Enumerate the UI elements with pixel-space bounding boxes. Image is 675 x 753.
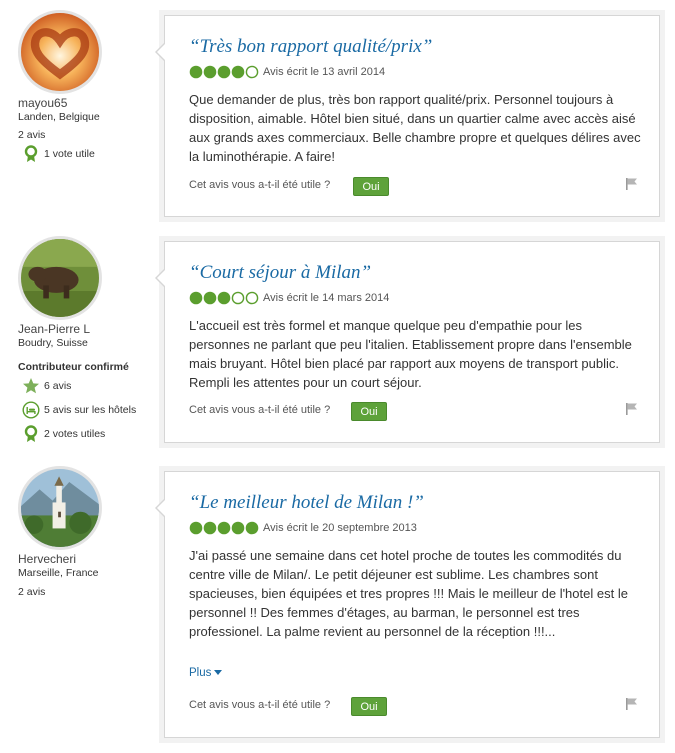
- rating-bubble-filled: [189, 521, 203, 535]
- review-title[interactable]: “Court séjour à Milan”: [189, 262, 371, 284]
- rating-bubble-filled: [189, 65, 203, 79]
- hotel-review-count: 5 avis sur les hôtels: [18, 401, 136, 419]
- helpful-question: Cet avis vous a-t-il été utile ?: [189, 179, 331, 191]
- helpful-question: Cet avis vous a-t-il été utile ?: [189, 404, 331, 416]
- rating-bubble-filled: [217, 291, 231, 305]
- review-count: 2 avis: [18, 129, 46, 141]
- helpful-votes: 2 votes utiles: [18, 425, 105, 443]
- review-card: “Le meilleur hotel de Milan !” Avis écri…: [155, 471, 660, 738]
- rating-bubble-filled: [203, 521, 217, 535]
- rating-bubble-filled: [203, 291, 217, 305]
- review-title[interactable]: “Très bon rapport qualité/prix”: [189, 36, 432, 58]
- helpful-question: Cet avis vous a-t-il été utile ?: [189, 699, 331, 711]
- rating-row: Avis écrit le 20 septembre 2013: [189, 521, 417, 535]
- username[interactable]: Jean-Pierre L: [18, 322, 90, 336]
- review-body: L'accueil est très formel et manque quel…: [189, 318, 632, 390]
- ribbon-icon: [22, 425, 40, 443]
- helpful-yes-button[interactable]: Oui: [351, 697, 387, 716]
- helpful-votes: 1 vote utile: [18, 145, 95, 163]
- user-location: Landen, Belgique: [18, 111, 100, 123]
- caret-down-icon: [214, 670, 223, 676]
- rating-bubble-filled: [231, 65, 245, 79]
- rating-bubble-filled: [245, 521, 259, 535]
- user-avatar[interactable]: [18, 236, 102, 320]
- rating-bubbles: [189, 65, 259, 79]
- rating-bubble-empty: [245, 65, 259, 79]
- user-avatar[interactable]: [18, 466, 102, 550]
- review-date: Avis écrit le 14 mars 2014: [263, 292, 390, 304]
- flag-icon[interactable]: [625, 697, 639, 711]
- helpful-yes-button[interactable]: Oui: [351, 402, 387, 421]
- review-body: Que demander de plus, très bon rapport q…: [189, 92, 641, 164]
- ribbon-icon: [22, 145, 40, 163]
- rating-bubble-filled: [231, 521, 245, 535]
- user-location: Boudry, Suisse: [18, 337, 88, 349]
- rating-bubbles: [189, 291, 259, 305]
- review-body: J'ai passé une semaine dans cet hotel pr…: [189, 548, 628, 639]
- rating-bubble-filled: [217, 521, 231, 535]
- user-avatar[interactable]: [18, 10, 102, 94]
- flag-icon[interactable]: [625, 177, 639, 191]
- username[interactable]: Hervecheri: [18, 552, 76, 566]
- read-more-link[interactable]: Plus: [189, 667, 223, 679]
- rating-bubble-filled: [189, 291, 203, 305]
- contributor-badge: Contributeur confirmé: [18, 361, 129, 373]
- review-card: “Court séjour à Milan” Avis écrit le 14 …: [155, 241, 660, 443]
- review-date: Avis écrit le 13 avril 2014: [263, 66, 386, 78]
- review-count: 2 avis: [18, 586, 46, 598]
- rating-row: Avis écrit le 13 avril 2014: [189, 65, 385, 79]
- review-card: “Très bon rapport qualité/prix” Avis écr…: [155, 15, 660, 217]
- rating-bubble-empty: [245, 291, 259, 305]
- flag-icon[interactable]: [625, 402, 639, 416]
- rating-bubble-filled: [217, 65, 231, 79]
- username[interactable]: mayou65: [18, 96, 67, 110]
- review-title[interactable]: “Le meilleur hotel de Milan !”: [189, 492, 424, 514]
- star-icon: [22, 377, 40, 395]
- review-count: 6 avis: [18, 377, 71, 395]
- rating-bubbles: [189, 521, 259, 535]
- rating-bubble-filled: [203, 65, 217, 79]
- helpful-yes-button[interactable]: Oui: [353, 177, 389, 196]
- user-location: Marseille, France: [18, 567, 99, 579]
- rating-bubble-empty: [231, 291, 245, 305]
- review-date: Avis écrit le 20 septembre 2013: [263, 522, 417, 534]
- rating-row: Avis écrit le 14 mars 2014: [189, 291, 389, 305]
- hotel-bed-icon: [22, 401, 40, 419]
